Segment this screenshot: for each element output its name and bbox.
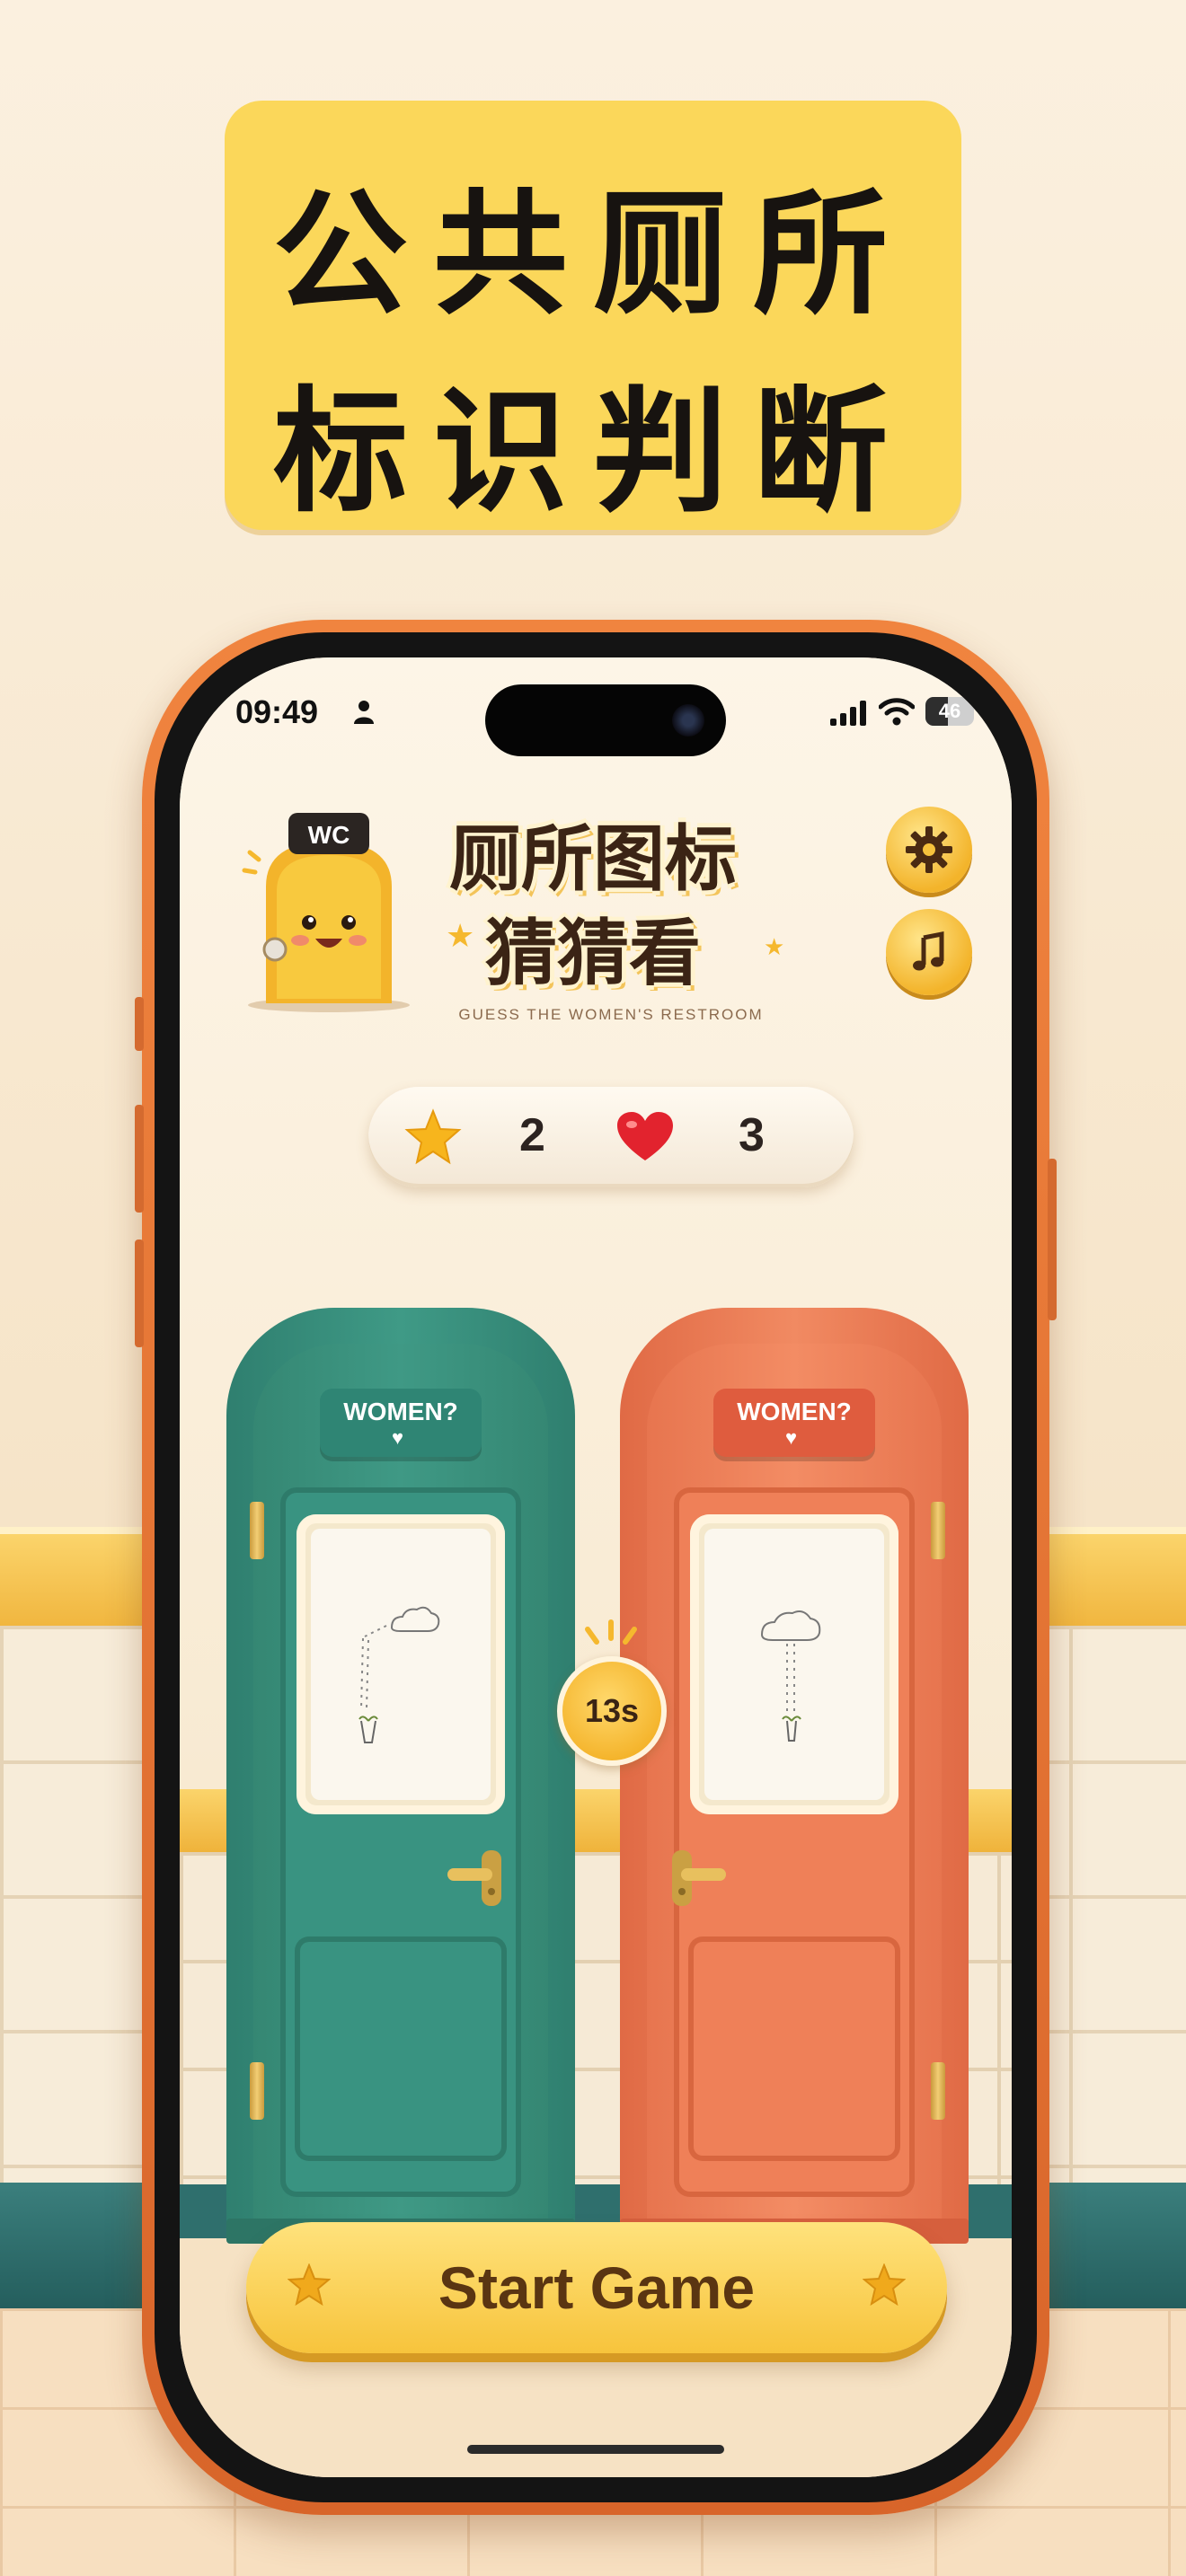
restroom-icon-card — [704, 1529, 884, 1800]
door-hinge — [250, 1502, 264, 1559]
door-hinge — [250, 2062, 264, 2120]
wifi-icon — [879, 698, 915, 726]
dynamic-island — [485, 684, 726, 756]
door-window — [296, 1514, 505, 1814]
door-sign: WOMEN? ♥ — [320, 1389, 482, 1457]
heart-icon: ♥ — [392, 1426, 404, 1449]
heart-icon — [617, 1112, 673, 1160]
door-left[interactable]: WOMEN? ♥ — [226, 1308, 575, 2244]
music-button[interactable] — [886, 909, 972, 995]
sparkle-icon: ★ — [446, 918, 475, 955]
sparkle-icon: ★ — [764, 934, 785, 961]
door-handle-icon — [672, 1850, 726, 1906]
signal-icon — [830, 701, 866, 726]
phone-power-button — [1048, 1159, 1057, 1320]
app-title-line2: 猜猜看 — [485, 912, 701, 995]
status-time: 09:49 — [235, 693, 319, 730]
restroom-icon-card — [311, 1529, 491, 1800]
door-hinge — [931, 1502, 945, 1559]
app-screen: 09:49 46 WC 厕所图标 猜猜看 ★ ★ GUESS THE WOMEN… — [180, 657, 1012, 2477]
door-sign-label: WOMEN? — [343, 1398, 458, 1425]
star-icon — [288, 2263, 331, 2307]
score-panel: 2 3 — [368, 1087, 854, 1187]
camera-icon — [672, 704, 704, 737]
settings-button[interactable] — [886, 807, 972, 893]
star-icon — [404, 1108, 462, 1165]
mascot-sign-text: WC — [308, 821, 350, 849]
phone-volume-up — [135, 1105, 144, 1213]
start-game-label: Start Game — [438, 2254, 756, 2321]
promo-headline-line1: 公共厕所 — [272, 177, 913, 333]
door-lower-panel — [295, 1936, 507, 2161]
start-game-button[interactable]: Start Game — [246, 2222, 947, 2353]
urinal-stream-icon — [358, 1606, 440, 1743]
door-window — [690, 1514, 898, 1814]
door-sign-label: WOMEN? — [737, 1398, 852, 1425]
phone-volume-down — [135, 1239, 144, 1347]
star-count: 2 — [519, 1109, 545, 1161]
wc-mascot-icon: WC — [242, 813, 410, 1012]
phone-bezel: 09:49 46 WC 厕所图标 猜猜看 ★ ★ GUESS THE WOMEN… — [155, 632, 1037, 2502]
door-hinge — [931, 2062, 945, 2120]
app-title-line1: 厕所图标 — [449, 817, 737, 901]
battery-level: 46 — [938, 700, 961, 722]
door-sign: WOMEN? ♥ — [713, 1389, 875, 1457]
person-icon — [354, 701, 374, 724]
lives-count: 3 — [739, 1109, 765, 1161]
app-subtitle: GUESS THE WOMEN'S RESTROOM — [458, 1006, 764, 1023]
phone-frame: 09:49 46 WC 厕所图标 猜猜看 ★ ★ GUESS THE WOMEN… — [135, 620, 1057, 2515]
shower-stream-icon — [760, 1610, 821, 1742]
home-indicator[interactable] — [467, 2445, 724, 2454]
gear-icon — [906, 826, 952, 873]
battery-indicator: 46 — [925, 697, 974, 726]
timer-rays-icon — [585, 1619, 637, 1645]
countdown-timer: 13s — [557, 1656, 667, 1766]
door-right[interactable]: WOMEN? ♥ — [620, 1308, 969, 2244]
phone-action-button — [135, 997, 144, 1051]
door-handle-icon — [447, 1850, 501, 1906]
star-icon — [863, 2263, 906, 2307]
promo-headline-line2: 标识判断 — [272, 375, 913, 531]
music-note-icon — [913, 931, 944, 971]
door-lower-panel — [688, 1936, 900, 2161]
promo-banner: 公共厕所 标识判断 — [225, 101, 961, 531]
heart-icon: ♥ — [785, 1426, 798, 1449]
